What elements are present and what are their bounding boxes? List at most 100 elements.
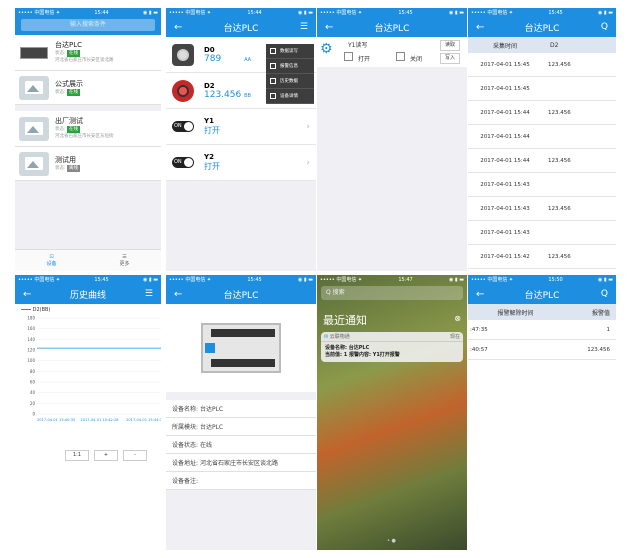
value-cell: 123.456 bbox=[548, 109, 571, 116]
nav-bar: ← 台达PLC bbox=[166, 284, 316, 304]
menu-button[interactable]: ☰ bbox=[300, 22, 308, 32]
notification-body: 设备名称: 台达PLC 当前值: 1 报警内容: Y1打开报警 bbox=[325, 345, 400, 358]
tab-more[interactable]: ☰ 更多 bbox=[119, 254, 129, 267]
zoom-in-button[interactable]: + bbox=[94, 450, 118, 461]
table-row: 2017-04-01 15:44 123.456 bbox=[468, 101, 616, 125]
status-bar: ••••• 中国电信 ✦ 15:50 ◉ ▮ ▬ bbox=[468, 275, 616, 284]
back-button[interactable]: ← bbox=[325, 22, 333, 33]
table-row: 2017-04-01 15:45 bbox=[468, 77, 616, 101]
page-title: 台达PLC bbox=[223, 23, 259, 34]
back-button[interactable]: ← bbox=[476, 289, 484, 300]
table-body: 2017-04-01 15:45 123.456 2017-04-01 15:45 2… bbox=[468, 53, 616, 271]
time-cell: 2017-04-01 15:44 bbox=[480, 157, 530, 164]
switch-icon: ON bbox=[172, 121, 194, 132]
data-row-y1[interactable]: ON Y1 打开 › bbox=[166, 109, 316, 145]
y-tick-label: 80 bbox=[30, 369, 36, 374]
table-header: 报警解除时间 报警值 bbox=[468, 304, 616, 320]
notification-card[interactable]: ✉ 云联物通 现在 设备名称: 台达PLC 当前值: 1 报警内容: Y1打开报警 bbox=[321, 332, 463, 362]
table-body: :47:35 1:40:57 123.456 bbox=[468, 320, 616, 360]
device-name: 台达PLC bbox=[55, 41, 83, 49]
screen-device-data: ••••• 中国电信 ✦ 15:44 ◉ ▮ ▬ ← 台达PLC ☰ D0 789 AA… bbox=[166, 8, 316, 271]
page-title: 历史曲线 bbox=[69, 290, 106, 301]
data-label: Y1 bbox=[204, 117, 214, 125]
status-bar: ••••• 中国电信 ✦ 15:45 ◉ ▮ ▬ bbox=[15, 275, 161, 284]
device-name: 测试用 bbox=[55, 155, 76, 164]
list-item[interactable]: 公式展示 状态: 在线 bbox=[15, 71, 161, 105]
x-tick-label: 2017-04-01 15:40:35 bbox=[37, 418, 75, 422]
menu-item-history[interactable]: 历史数据 bbox=[266, 74, 314, 89]
chart-icon bbox=[270, 78, 276, 84]
time-cell: 2017-04-01 15:44 bbox=[480, 133, 530, 140]
legend-swatch bbox=[21, 309, 31, 310]
detail-row: 设备状态: 在线 bbox=[166, 436, 316, 454]
item-label: Y1读写 bbox=[348, 42, 368, 49]
time-cell: 2017-04-01 15:42 bbox=[480, 253, 530, 260]
detail-value: 台达PLC bbox=[199, 406, 224, 413]
data-value: 打开 bbox=[204, 126, 220, 135]
menu-item-details[interactable]: 设备详情 bbox=[266, 89, 314, 104]
detail-key: 所属模块: bbox=[172, 424, 199, 431]
search-input[interactable]: 输入搜索条件 bbox=[21, 19, 155, 31]
list-item[interactable]: 测试用 状态: 离线 bbox=[15, 147, 161, 181]
table-row: 2017-04-01 15:43 bbox=[468, 221, 616, 245]
edit-icon bbox=[270, 48, 276, 54]
list-item[interactable]: 台达PLC 状态: 在线 河北省石家庄市长安区谈北路 bbox=[15, 35, 161, 71]
zoom-reset-button[interactable]: 1:1 bbox=[65, 450, 89, 461]
search-icon[interactable]: Q bbox=[601, 289, 608, 299]
device-photo bbox=[166, 304, 316, 392]
page-title: 台达PLC bbox=[223, 290, 259, 301]
nav-bar: ← 历史曲线 ☰ bbox=[15, 284, 161, 304]
device-status: 状态: 在线 bbox=[55, 50, 80, 57]
clear-icon[interactable]: ⊗ bbox=[454, 314, 461, 323]
search-icon: Q bbox=[326, 289, 331, 296]
table-row: 2017-04-01 15:44 123.456 bbox=[468, 149, 616, 173]
device-name: 出厂测试 bbox=[55, 117, 83, 125]
history-chart: 0 20 40 60 80 100 120 140 160 180 2017-04-01 15:40… bbox=[27, 316, 161, 422]
time-cell: 2017-04-01 15:43 bbox=[480, 205, 530, 212]
back-button[interactable]: ← bbox=[476, 22, 484, 33]
screen-device-details: ••••• 中国电信 ✦ 15:45 ◉ ▮ ▬ ← 台达PLC 设备名称: 台达PL… bbox=[166, 275, 316, 550]
back-button[interactable]: ← bbox=[174, 22, 182, 33]
status-badge: 在线 bbox=[66, 50, 80, 57]
back-button[interactable]: ← bbox=[23, 289, 31, 300]
back-button[interactable]: ← bbox=[174, 289, 182, 300]
search-icon[interactable]: Q bbox=[601, 22, 608, 32]
screen-notification: ••••• 中国电信 ✦ 15:47 ◉ ▮ ▬ Q 搜索 最近通知 ⊗ ✉ 云联物通… bbox=[317, 275, 467, 550]
search-bar[interactable]: 输入搜索条件 bbox=[15, 17, 161, 35]
time-cell: :40:57 bbox=[470, 346, 488, 353]
status-badge: 在线 bbox=[66, 126, 80, 133]
value-cell: 123.456 bbox=[548, 61, 571, 68]
open-label: 打开 bbox=[358, 56, 371, 63]
radio-open[interactable] bbox=[344, 52, 353, 61]
write-button[interactable]: 写入 bbox=[440, 53, 460, 64]
table-row: 2017-04-01 15:43 123.456 bbox=[468, 197, 616, 221]
y-tick-label: 160 bbox=[27, 326, 35, 331]
search-field[interactable]: Q 搜索 bbox=[321, 286, 463, 300]
detail-row: 所属模块: 台达PLC bbox=[166, 418, 316, 436]
data-value: 789 AA bbox=[204, 53, 252, 64]
tab-device[interactable]: ⊡ 设备 bbox=[46, 254, 56, 267]
time-cell: 2017-04-01 15:43 bbox=[480, 229, 530, 236]
read-button[interactable]: 读取 bbox=[440, 40, 460, 51]
plc-image bbox=[201, 323, 281, 373]
data-value: 打开 bbox=[204, 162, 220, 171]
time-cell: 2017-04-01 15:44 bbox=[480, 109, 530, 116]
menu-item-alarm[interactable]: 报警信息 bbox=[266, 59, 314, 74]
radio-close[interactable] bbox=[396, 52, 405, 61]
detail-key: 设备地址: bbox=[172, 460, 199, 467]
zoom-out-button[interactable]: - bbox=[123, 450, 147, 461]
nav-bar: ← 台达PLC Q bbox=[468, 17, 616, 37]
x-tick-label: 2017-04-01 15:42:28 bbox=[80, 418, 119, 422]
nav-bar: ← 台达PLC Q bbox=[468, 284, 616, 304]
legend-label: D2(BB) bbox=[32, 307, 51, 313]
device-address: 河北省石家庄市长安区谈北路 bbox=[55, 58, 114, 63]
menu-item-read-write[interactable]: 数据读写 bbox=[266, 44, 314, 59]
detail-key: 设备状态: bbox=[172, 442, 199, 449]
value-cell: 123.456 bbox=[548, 253, 571, 260]
list-item[interactable]: 出厂测试 状态: 在线 河北省石家庄市长安区东垣街 bbox=[15, 111, 161, 147]
device-address: 河北省石家庄市长安区东垣街 bbox=[55, 134, 114, 139]
close-label: 关闭 bbox=[410, 56, 423, 63]
data-row-y2[interactable]: ON Y2 打开 › bbox=[166, 145, 316, 181]
menu-button[interactable]: ☰ bbox=[145, 289, 153, 299]
y-tick-label: 20 bbox=[30, 401, 36, 406]
